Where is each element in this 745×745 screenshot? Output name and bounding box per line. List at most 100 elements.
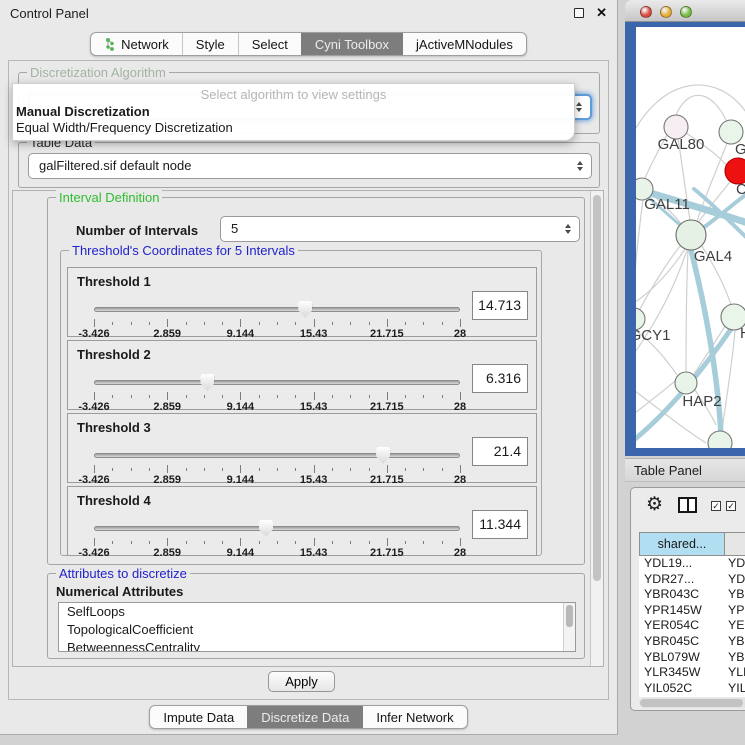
threshold-value-field[interactable]: 14.713: [472, 291, 528, 320]
threshold-slider[interactable]: -3.4262.8599.14415.4321.71528: [94, 375, 460, 409]
slider-tick: [167, 465, 168, 473]
network-window-titlebar: [625, 0, 745, 22]
settings-vertical-scrollbar[interactable]: [590, 191, 603, 666]
slider-track[interactable]: [94, 380, 460, 385]
slider-tick: [314, 538, 315, 546]
slider-track[interactable]: [94, 526, 460, 531]
gear-icon[interactable]: ⚙: [646, 493, 663, 516]
tab-impute-data[interactable]: Impute Data: [150, 706, 247, 728]
table-row[interactable]: YER054CYER0: [639, 618, 745, 634]
slider-tick: [423, 322, 424, 325]
table-row[interactable]: YLR345WYLR3: [639, 665, 745, 681]
attribute-item[interactable]: BetweennessCentrality: [59, 639, 575, 652]
slider-track[interactable]: [94, 453, 460, 458]
scrollbar-thumb[interactable]: [593, 195, 601, 581]
table-row[interactable]: YBR043CYBR0: [639, 587, 745, 603]
mac-zoom-button[interactable]: [680, 6, 692, 18]
slider-tick: [259, 541, 260, 544]
threshold-label: Threshold 4: [77, 493, 151, 508]
slider-tick-label: 2.859: [153, 474, 181, 486]
mac-minimize-button[interactable]: [660, 6, 672, 18]
thresholds-group: Threshold's Coordinates for 5 Intervals …: [60, 250, 542, 556]
slider-thumb[interactable]: [298, 301, 312, 318]
table-panel-title: Table Panel: [634, 463, 702, 478]
slider-thumb[interactable]: [376, 447, 390, 464]
dropdown-options: Manual DiscretizationEqual Width/Frequen…: [13, 104, 574, 136]
slider-tick: [94, 392, 95, 400]
tab-discretize-data[interactable]: Discretize Data: [247, 706, 362, 728]
table-cell: YIL0: [725, 681, 745, 697]
slider-thumb[interactable]: [259, 520, 273, 537]
threshold-slider[interactable]: -3.4262.8599.14415.4321.71528: [94, 448, 460, 482]
table-row[interactable]: YDL19...YDL1: [639, 556, 745, 572]
threshold-slider[interactable]: -3.4262.8599.14415.4321.71528: [94, 521, 460, 555]
table-data-combobox[interactable]: galFiltered.sif default node: [28, 153, 592, 179]
dropdown-option[interactable]: Equal Width/Frequency Discretization: [13, 120, 574, 136]
slider-tick: [442, 322, 443, 325]
slider-tick: [259, 468, 260, 471]
float-window-icon[interactable]: [574, 8, 584, 18]
slider-tick: [186, 468, 187, 471]
discretization-algorithm-title: Discretization Algorithm: [27, 65, 169, 80]
tab-label: Infer Network: [376, 710, 453, 725]
threshold-panel: Threshold 4 -3.4262.8599.14415.4321.71528…: [67, 486, 537, 556]
network-node-label: GAL80: [658, 136, 705, 153]
slider-tick: [295, 541, 296, 544]
slider-tick: [131, 395, 132, 398]
tab-jactivemnodules[interactable]: jActiveMNodules: [402, 33, 526, 55]
network-node-hap2[interactable]: [675, 372, 697, 394]
attribute-item[interactable]: SelfLoops: [59, 603, 575, 621]
close-icon[interactable]: ✕: [596, 5, 607, 21]
threshold-value-field[interactable]: 21.4: [472, 437, 528, 466]
attribute-items: SelfLoopsTopologicalCoefficientBetweenne…: [59, 603, 575, 652]
table-column-header[interactable]: na: [725, 532, 745, 556]
threshold-value-field[interactable]: 11.344: [472, 510, 528, 539]
tab-infer-network[interactable]: Infer Network: [362, 706, 466, 728]
dropdown-option[interactable]: Manual Discretization: [13, 104, 574, 120]
network-node[interactable]: [708, 431, 732, 448]
slider-tick-label: 9.144: [227, 401, 255, 413]
table-cell: YBR043C: [639, 587, 725, 603]
table-column-header[interactable]: shared...: [639, 532, 725, 556]
slider-track[interactable]: [94, 307, 460, 312]
network-node-gal4[interactable]: [676, 220, 706, 250]
table-cell: YDR2: [725, 572, 745, 588]
slider-tick: [131, 541, 132, 544]
tab-cyni-toolbox[interactable]: Cyni Toolbox: [301, 33, 402, 55]
scrollbar-thumb[interactable]: [566, 605, 573, 627]
scrollbar-thumb[interactable]: [640, 699, 743, 707]
window-title: Control Panel: [10, 6, 89, 21]
table-row[interactable]: YIL052CYIL0: [639, 681, 745, 697]
slider-tick: [222, 541, 223, 544]
slider-tick-label: 2.859: [153, 401, 181, 413]
table-row[interactable]: YPR145WYPR1: [639, 603, 745, 619]
tab-network[interactable]: Network: [91, 33, 182, 55]
table-row[interactable]: YBL079WYBL0: [639, 650, 745, 666]
threshold-slider[interactable]: -3.4262.8599.14415.4321.71528: [94, 302, 460, 336]
network-nodes[interactable]: GAL80GACGAL11GAL4GCY1HHAP2: [636, 115, 745, 448]
tab-label: Network: [121, 37, 169, 52]
slider-tick-label: 21.715: [370, 474, 404, 486]
slider-tick: [186, 322, 187, 325]
table-row[interactable]: YDR27...YDR2: [639, 572, 745, 588]
slider-tick-label: -3.426: [78, 547, 109, 559]
checkbox-icon[interactable]: ✓: [711, 501, 721, 511]
numerical-attributes-list[interactable]: SelfLoopsTopologicalCoefficientBetweenne…: [58, 602, 576, 652]
mac-close-button[interactable]: [640, 6, 652, 18]
attribute-item[interactable]: TopologicalCoefficient: [59, 621, 575, 639]
split-columns-icon[interactable]: [678, 497, 697, 513]
attributes-list-scrollbar[interactable]: [563, 603, 575, 651]
table-cell: YBL0: [725, 650, 745, 666]
network-canvas[interactable]: GAL80GACGAL11GAL4GCY1HHAP2: [636, 27, 745, 448]
threshold-value-field[interactable]: 6.316: [472, 364, 528, 393]
slider-tick-label: 28: [454, 547, 466, 559]
tab-style[interactable]: Style: [182, 33, 238, 55]
table-row[interactable]: YBR045CYBR0: [639, 634, 745, 650]
table-cell: YBL079W: [639, 650, 725, 666]
tab-select[interactable]: Select: [238, 33, 301, 55]
table-horizontal-scrollbar[interactable]: [639, 698, 745, 708]
number-of-intervals-spinner[interactable]: 5: [220, 216, 580, 242]
apply-button[interactable]: Apply: [268, 671, 335, 692]
checkbox-icon[interactable]: ✓: [726, 501, 736, 511]
slider-thumb[interactable]: [200, 374, 214, 391]
